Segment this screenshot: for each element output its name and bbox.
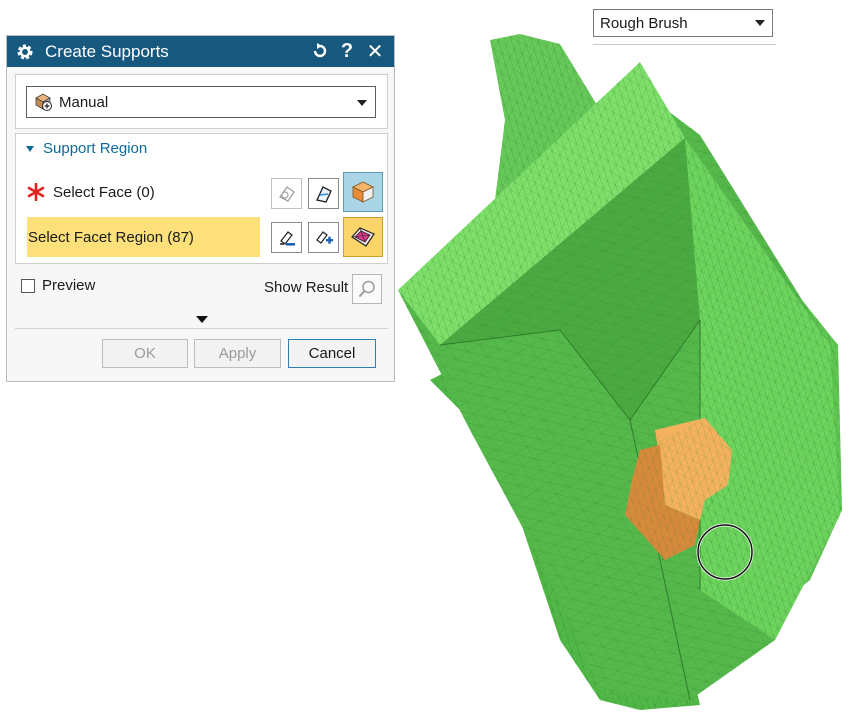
show-result-label: Show Result — [264, 279, 349, 296]
preview-checkbox[interactable]: Preview — [21, 277, 95, 294]
type-dropdown[interactable]: Manual — [26, 86, 376, 118]
type-panel: Manual — [15, 74, 388, 129]
show-result-button[interactable] — [352, 274, 382, 304]
preview-checkbox-box[interactable] — [21, 278, 35, 293]
brush-plus-icon — [315, 230, 333, 244]
chevron-down-icon — [755, 20, 765, 26]
solid-cube-icon — [352, 181, 374, 203]
dialog-title-bar[interactable]: Create Supports ? ✕ — [7, 36, 394, 67]
create-supports-dialog: Create Supports ? ✕ Manual Support Regio… — [6, 35, 395, 382]
support-region-header[interactable]: Support Region — [26, 140, 147, 157]
gear-icon — [17, 44, 33, 59]
help-button[interactable]: ? — [336, 40, 358, 62]
brush-type-value: Rough Brush — [600, 14, 688, 32]
facet-region-button[interactable] — [343, 217, 383, 257]
required-asterisk-icon — [27, 183, 45, 201]
help-icon: ? — [340, 39, 354, 62]
type-value: Manual — [59, 93, 109, 111]
brush-type-dropdown[interactable]: Rough Brush — [593, 9, 773, 37]
face-surface-icon — [315, 185, 332, 203]
face-filter-button[interactable] — [271, 178, 302, 209]
select-face-row[interactable]: Select Face (0) — [17, 174, 260, 210]
face-filter-icon — [278, 185, 295, 202]
magnifier-icon — [358, 280, 375, 298]
ok-button[interactable]: OK — [102, 339, 188, 368]
support-region-title: Support Region — [43, 140, 148, 157]
select-facet-region-row[interactable]: Select Facet Region (87) — [27, 217, 260, 257]
divider — [593, 44, 776, 45]
manual-support-icon — [35, 93, 52, 111]
expand-more-icon[interactable] — [196, 316, 208, 323]
cancel-button[interactable]: Cancel — [288, 339, 376, 368]
reset-icon — [313, 43, 327, 58]
brush-minus-icon — [279, 230, 295, 246]
dialog-title: Create Supports — [45, 41, 169, 61]
chevron-down-icon — [357, 100, 367, 106]
preview-label: Preview — [42, 277, 96, 294]
remove-facets-button[interactable] — [271, 222, 302, 253]
facet-mesh-icon — [351, 227, 375, 247]
divider — [15, 328, 388, 329]
collapse-triangle-icon — [26, 145, 34, 152]
select-face-label: Select Face (0) — [53, 183, 155, 201]
face-select-button[interactable] — [308, 178, 339, 209]
close-icon: ✕ — [366, 40, 384, 63]
close-button[interactable]: ✕ — [364, 40, 386, 63]
solid-body-button[interactable] — [343, 172, 383, 212]
add-facets-button[interactable] — [308, 222, 339, 253]
apply-button[interactable]: Apply — [194, 339, 281, 368]
support-region-panel: Support Region Select Face (0) Select Fa… — [15, 133, 388, 264]
reset-button[interactable] — [309, 40, 331, 62]
select-facet-region-label: Select Facet Region (87) — [28, 228, 194, 246]
